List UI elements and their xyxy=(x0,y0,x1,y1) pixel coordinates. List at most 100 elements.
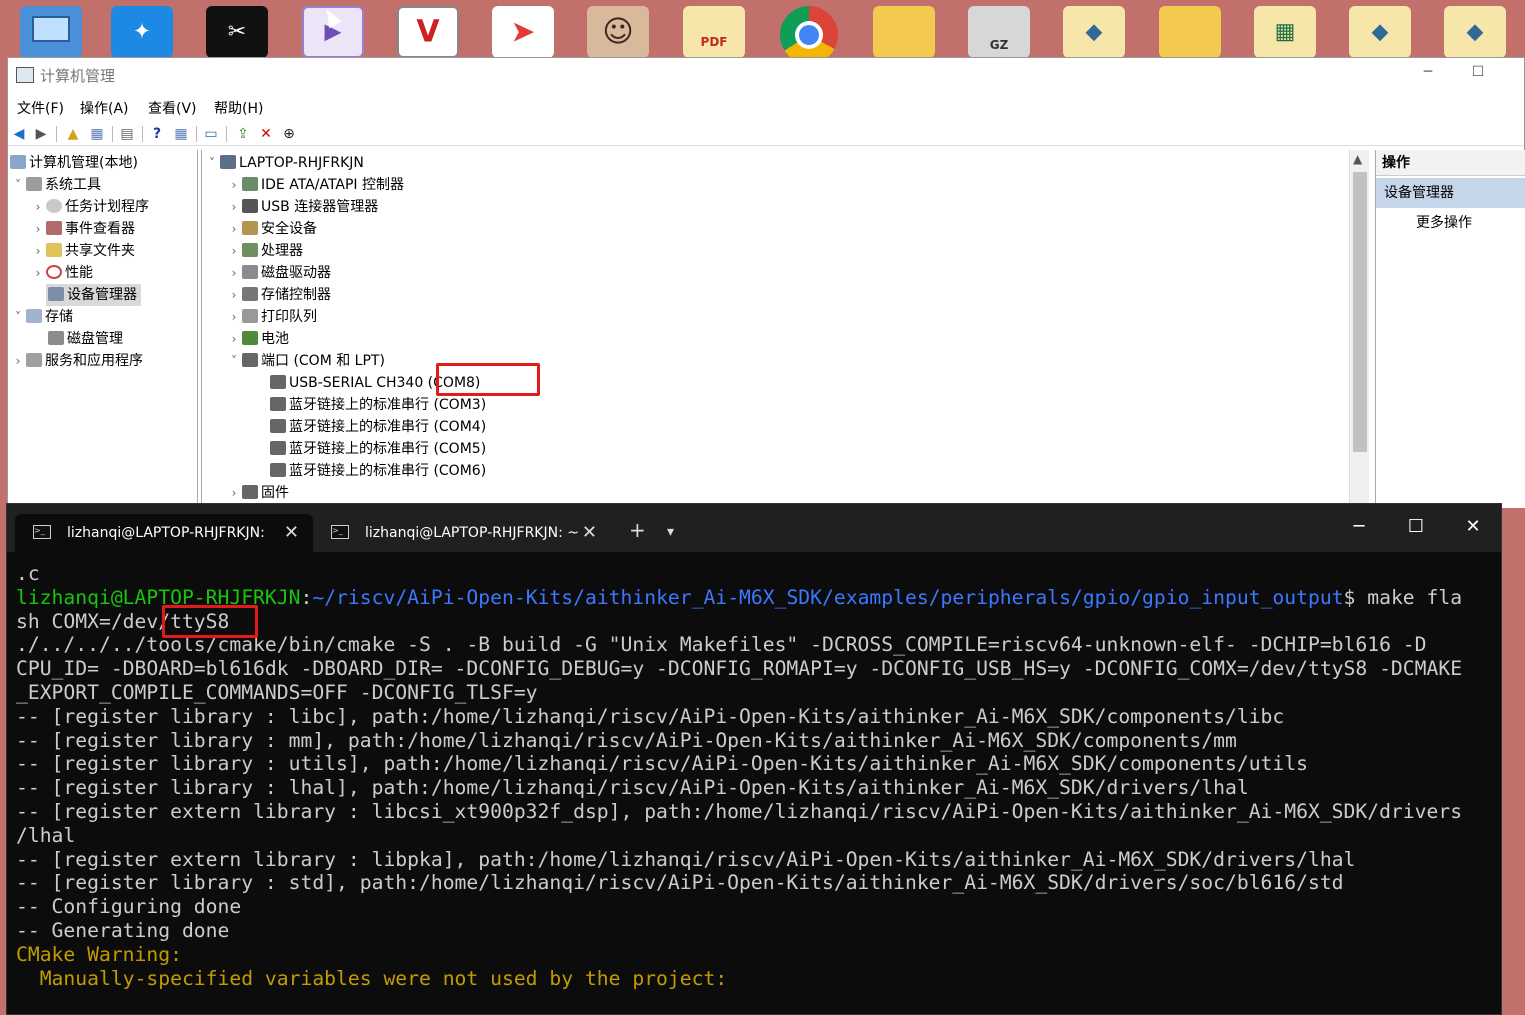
up-folder-icon[interactable]: ▲ xyxy=(64,125,82,143)
chevron-right-icon[interactable]: › xyxy=(30,196,46,218)
chevron-right-icon[interactable]: › xyxy=(226,218,242,240)
tree-label: 系统工具 xyxy=(45,177,101,193)
properties-icon[interactable]: ▤ xyxy=(118,125,136,143)
python-file-icon-2[interactable]: ◆ xyxy=(1349,6,1411,58)
minimize-button[interactable]: ─ xyxy=(1413,64,1443,80)
chevron-right-icon[interactable]: › xyxy=(226,284,242,306)
tree-item-storage-controllers[interactable]: › 存储控制器 xyxy=(226,284,331,306)
pdf-file-icon[interactable]: PDF xyxy=(683,6,745,58)
menu-action[interactable]: 操作(A) xyxy=(80,98,129,118)
menu-view[interactable]: 查看(V) xyxy=(148,98,197,118)
chevron-right-icon[interactable]: › xyxy=(10,350,26,372)
tree-item-security-devices[interactable]: › 安全设备 xyxy=(226,218,317,240)
tree-item-print-queues[interactable]: › 打印队列 xyxy=(226,306,317,328)
device-tree-scrollbar[interactable]: ▲ xyxy=(1349,150,1369,508)
tree-item-bt-serial-com5[interactable]: 蓝牙链接上的标准串行 (COM5) xyxy=(270,438,486,460)
processor-icon xyxy=(242,243,258,257)
menu-file[interactable]: 文件(F) xyxy=(17,98,64,118)
close-tab-icon[interactable]: ✕ xyxy=(284,514,299,552)
chevron-right-icon[interactable]: › xyxy=(226,196,242,218)
tree-item-bt-serial-com6[interactable]: 蓝牙链接上的标准串行 (COM6) xyxy=(270,460,486,482)
tree-label: 端口 (COM 和 LPT) xyxy=(261,353,385,369)
more-actions-link[interactable]: 更多操作 xyxy=(1416,212,1472,232)
tree-item-storage[interactable]: ˅ 存储 xyxy=(10,306,73,328)
chevron-right-icon[interactable]: › xyxy=(226,262,242,284)
tree-item-computer-management[interactable]: 计算机管理(本地) xyxy=(10,152,138,174)
terminal-close-button[interactable]: ✕ xyxy=(1453,516,1493,537)
folder-icon-2[interactable] xyxy=(1159,6,1221,58)
tree-item-batteries[interactable]: › 电池 xyxy=(226,328,289,350)
update-driver-icon[interactable]: ⇪ xyxy=(234,125,252,143)
tree-label: LAPTOP-RHJFRKJN xyxy=(239,155,364,171)
chevron-right-icon[interactable]: › xyxy=(30,262,46,284)
terminal-line: -- [register extern library : libcsi_xt9… xyxy=(16,799,1463,823)
tree-item-shared-folders[interactable]: › 共享文件夹 xyxy=(30,240,135,262)
uninstall-icon[interactable]: ✕ xyxy=(257,125,275,143)
chevron-right-icon[interactable]: › xyxy=(226,328,242,350)
send-app-icon[interactable]: ➤ xyxy=(492,6,554,58)
chrome-icon[interactable] xyxy=(778,6,840,64)
maximize-button[interactable]: ☐ xyxy=(1463,64,1493,80)
tree-item-services-apps[interactable]: › 服务和应用程序 xyxy=(10,350,143,372)
folder-icon[interactable] xyxy=(873,6,935,58)
terminal-tab-1[interactable]: >_ lizhanqi@LAPTOP-RHJFRKJN: ✕ xyxy=(15,514,313,552)
vnc-icon[interactable]: V xyxy=(397,6,459,58)
chevron-right-icon[interactable]: › xyxy=(226,174,242,196)
tree-item-bt-serial-com3[interactable]: 蓝牙链接上的标准串行 (COM3) xyxy=(270,394,486,416)
bird-app-icon[interactable]: ✦ xyxy=(111,6,173,58)
clock-icon xyxy=(46,199,62,213)
download-icon[interactable]: ⊕ xyxy=(280,125,298,143)
tree-item-processors[interactable]: › 处理器 xyxy=(226,240,303,262)
tree-item-event-viewer[interactable]: › 事件查看器 xyxy=(30,218,135,240)
close-tab-icon[interactable]: ✕ xyxy=(582,514,597,552)
terminal-tab-2[interactable]: >_ lizhanqi@LAPTOP-RHJFRKJN: ~ ✕ xyxy=(313,514,611,552)
tree-item-usb-connector[interactable]: › USB 连接器管理器 xyxy=(226,196,378,218)
gz-archive-icon[interactable]: GZ xyxy=(968,6,1030,58)
computer-management-icon xyxy=(16,67,34,83)
chevron-right-icon[interactable]: › xyxy=(226,482,242,504)
chevron-right-icon[interactable]: › xyxy=(30,240,46,262)
terminal-line: -- [register library : lhal], path:/home… xyxy=(16,776,1249,800)
excel-file-icon[interactable]: ▦ xyxy=(1254,6,1316,58)
tree-item-bt-serial-com4[interactable]: 蓝牙链接上的标准串行 (COM4) xyxy=(270,416,486,438)
tree-item-ports[interactable]: ˅ 端口 (COM 和 LPT) xyxy=(226,350,385,372)
chevron-right-icon[interactable]: › xyxy=(226,306,242,328)
monitor-icon[interactable]: ▭ xyxy=(202,125,220,143)
scrollbar-thumb[interactable] xyxy=(1353,172,1367,452)
tab-dropdown-chevron-icon[interactable]: ▾ xyxy=(667,524,674,540)
terminal-maximize-button[interactable]: ☐ xyxy=(1396,516,1436,537)
capcut-icon[interactable]: ✂ xyxy=(206,6,268,58)
window-title: 计算机管理 xyxy=(40,67,116,85)
back-arrow-icon[interactable]: ◀ xyxy=(10,125,28,143)
tree-item-performance[interactable]: › 性能 xyxy=(30,262,93,284)
help-icon[interactable]: ? xyxy=(148,125,166,143)
terminal-line: -- Configuring done xyxy=(16,895,242,919)
tree-label: 蓝牙链接上的标准串行 (COM4) xyxy=(289,419,487,435)
tree-item-system-tools[interactable]: ˅ 系统工具 xyxy=(10,174,101,196)
computer-icon[interactable] xyxy=(20,6,82,58)
show-hide-tree-icon[interactable]: ▦ xyxy=(88,125,106,143)
chevron-down-icon[interactable]: ˅ xyxy=(204,152,220,174)
menu-help[interactable]: 帮助(H) xyxy=(214,98,263,118)
python-file-icon[interactable]: ◆ xyxy=(1063,6,1125,58)
chevron-down-icon[interactable]: ˅ xyxy=(10,306,26,328)
forward-arrow-icon[interactable]: ▶ xyxy=(32,125,50,143)
tree-item-computer-root[interactable]: ˅ LAPTOP-RHJFRKJN xyxy=(204,152,364,174)
chevron-right-icon[interactable]: › xyxy=(30,218,46,240)
tree-item-firmware[interactable]: › 固件 xyxy=(226,482,289,504)
tree-item-device-manager[interactable]: 设备管理器 xyxy=(46,284,141,306)
actions-device-manager[interactable]: 设备管理器 xyxy=(1376,178,1525,208)
tree-item-disk-management[interactable]: 磁盘管理 xyxy=(48,328,123,350)
chevron-down-icon[interactable]: ˅ xyxy=(10,174,26,196)
scroll-up-arrow-icon[interactable]: ▲ xyxy=(1353,152,1362,166)
chevron-right-icon[interactable]: › xyxy=(226,240,242,262)
view-icon[interactable]: ▦ xyxy=(172,125,190,143)
tree-item-ide-controller[interactable]: › IDE ATA/ATAPI 控制器 xyxy=(226,174,404,196)
terminal-minimize-button[interactable]: ─ xyxy=(1339,516,1379,537)
tree-item-task-scheduler[interactable]: › 任务计划程序 xyxy=(30,196,149,218)
chevron-down-icon[interactable]: ˅ xyxy=(226,350,242,372)
portrait-app-icon[interactable]: ☺ xyxy=(587,6,649,58)
tree-item-disk-drives[interactable]: › 磁盘驱动器 xyxy=(226,262,331,284)
new-tab-plus-icon[interactable]: + xyxy=(629,518,646,542)
python-file-icon-3[interactable]: ◆ xyxy=(1444,6,1506,58)
